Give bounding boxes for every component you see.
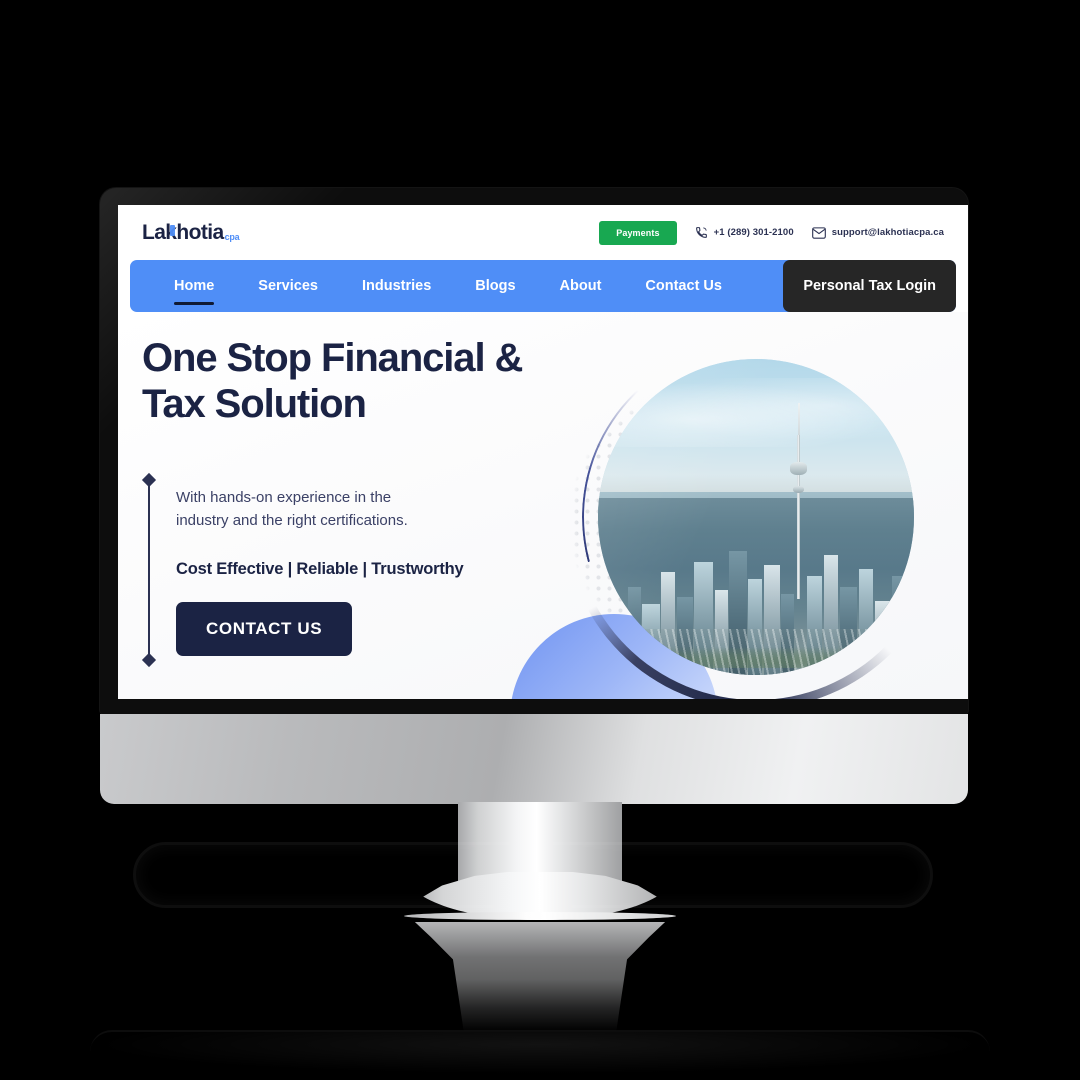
hero-title-line-1: One Stop Financial &: [142, 336, 523, 380]
hero-subtitle-line-2: industry and the right certifications.: [176, 511, 408, 529]
top-bar-right-group: Payments +1 (289) 301-2100 support@lakho…: [599, 220, 944, 245]
site-top-bar: Lakhotia cpa Payments +1 (289) 301-2100: [118, 205, 968, 260]
logo-accent-mark: [170, 225, 175, 236]
personal-tax-login-button[interactable]: Personal Tax Login: [783, 260, 956, 312]
navigation-wrapper: Home Services Industries Blogs About Con…: [118, 260, 968, 312]
nav-item-about[interactable]: About: [538, 260, 624, 312]
floor-glow: [90, 1030, 990, 1074]
hero-tagline: Cost Effective | Reliable | Trustworthy: [176, 560, 464, 578]
logo-wordmark: Lakhotia: [142, 221, 224, 244]
envelope-icon: [811, 226, 826, 239]
monitor-screen: Lakhotia cpa Payments +1 (289) 301-2100: [118, 205, 968, 699]
stand-foot-edge: [404, 912, 676, 920]
phone-number: +1 (289) 301-2100: [713, 227, 794, 238]
rule-line: [148, 480, 150, 660]
hero-circular-graphic: [556, 317, 956, 699]
hero-section: One Stop Financial & Tax Solution With h…: [118, 312, 968, 699]
site-logo[interactable]: Lakhotia cpa: [142, 221, 240, 244]
nav-item-home[interactable]: Home: [152, 260, 236, 312]
stand-reflection: [414, 922, 666, 1032]
nav-item-services[interactable]: Services: [236, 260, 340, 312]
hero-title-line-2: Tax Solution: [142, 381, 367, 426]
nav-item-contact-us[interactable]: Contact Us: [623, 260, 744, 312]
diamond-marker-bottom: [141, 652, 157, 668]
nav-item-industries[interactable]: Industries: [340, 260, 453, 312]
decorative-vertical-rule: [141, 470, 157, 670]
navigation-bar: Home Services Industries Blogs About Con…: [130, 260, 956, 312]
nav-item-blogs[interactable]: Blogs: [453, 260, 537, 312]
hero-subtitle-line-1: With hands-on experience in the: [176, 489, 392, 506]
phone-icon: [695, 226, 708, 239]
email-address: support@lakhotiacpa.ca: [831, 227, 944, 238]
payments-button[interactable]: Payments: [599, 220, 677, 245]
contact-us-cta-button[interactable]: CONTACT US: [176, 602, 353, 656]
thin-blue-arc: [582, 343, 930, 691]
hero-subtitle: With hands-on experience in the industry…: [176, 487, 516, 532]
base-shadow-ring: [133, 842, 933, 908]
email-contact[interactable]: support@lakhotiacpa.ca: [811, 226, 944, 239]
phone-contact[interactable]: +1 (289) 301-2100: [695, 226, 794, 239]
screenshot-stage: Lakhotia cpa Payments +1 (289) 301-2100: [0, 0, 1080, 1080]
monitor-chin: [100, 714, 968, 804]
hero-heading-group: One Stop Financial & Tax Solution: [142, 336, 612, 427]
logo-suffix: cpa: [224, 232, 240, 242]
